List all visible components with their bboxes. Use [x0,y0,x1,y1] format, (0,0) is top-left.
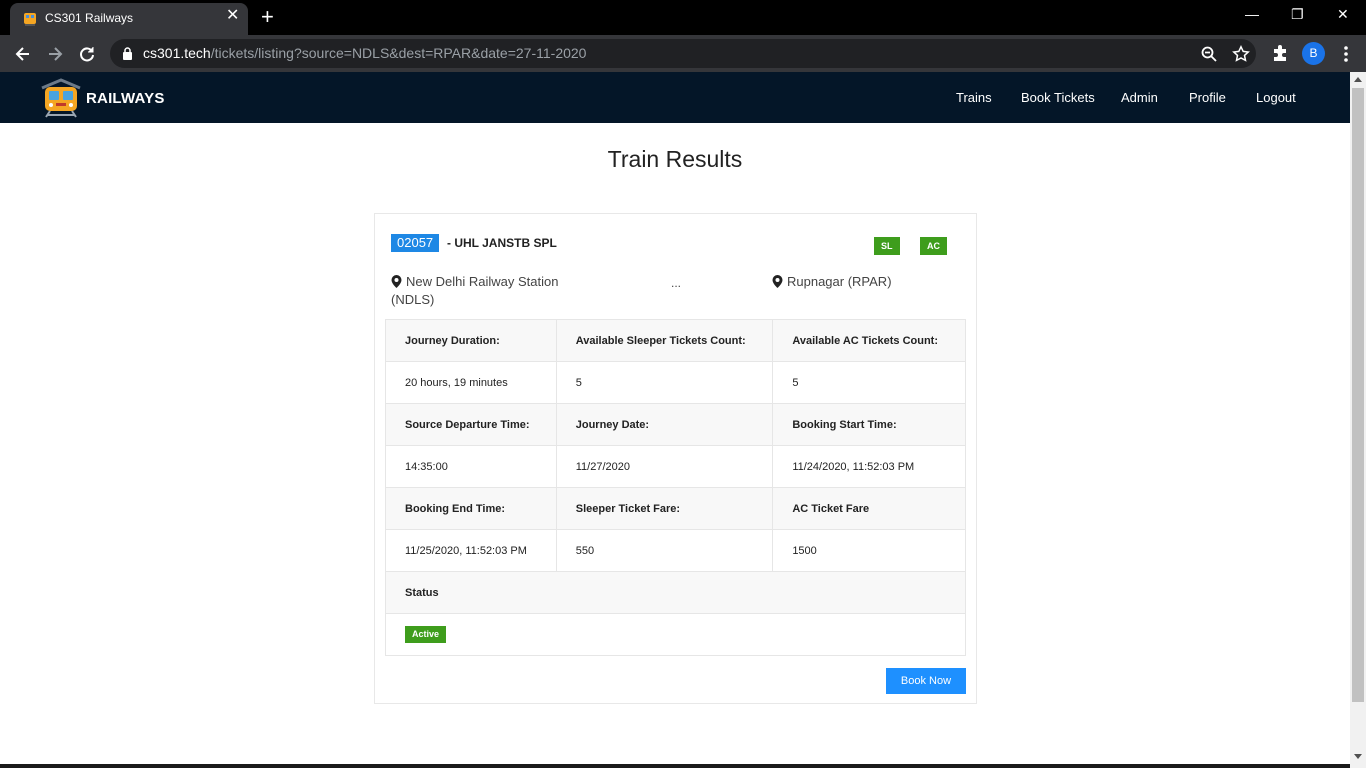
journey-duration-value: 20 hours, 19 minutes [385,361,557,404]
source-station: New Delhi Railway Station (NDLS) [391,274,559,307]
extensions-icon[interactable] [1271,44,1289,62]
journey-duration-label: Journey Duration: [385,319,557,362]
back-icon[interactable] [13,44,33,64]
booking-start-value: 11/24/2020, 11:52:03 PM [772,445,966,488]
scroll-up-icon[interactable] [1354,77,1362,82]
departure-label: Source Departure Time: [385,403,557,446]
ac-fare-value: 1500 [772,529,966,572]
forward-icon[interactable] [45,44,65,64]
browser-tab-bar: CS301 Railways ✕ + — ❐ ✕ [0,0,1366,35]
route-separator: ... [671,276,682,290]
sleeper-fare-label: Sleeper Ticket Fare: [555,487,774,530]
departure-value: 14:35:00 [385,445,557,488]
nav-link-profile[interactable]: Profile [1189,90,1226,105]
page-title: Train Results [607,146,743,172]
scroll-thumb[interactable] [1352,88,1364,702]
ac-count-value: 5 [772,361,966,404]
table-row: 14:35:00 11/27/2020 11/24/2020, 11:52:03… [385,445,966,488]
ac-count-label: Available AC Tickets Count: [772,319,966,362]
sleeper-count-label: Available Sleeper Tickets Count: [555,319,774,362]
booking-end-value: 11/25/2020, 11:52:03 PM [385,529,557,572]
train-card: 02057 - UHL JANSTB SPL SL AC New Delhi R… [374,213,977,704]
book-now-button[interactable]: Book Now [886,668,966,694]
browser-toolbar: cs301.tech/tickets/listing?source=NDLS&d… [0,35,1366,72]
sleeper-fare-value: 550 [555,529,774,572]
train-number-badge: 02057 [391,234,440,252]
journey-date-value: 11/27/2020 [555,445,774,488]
train-favicon-icon [24,13,36,26]
menu-icon[interactable] [1340,44,1352,64]
train-name: - UHL JANSTB SPL [447,236,557,250]
close-window-icon[interactable]: ✕ [1337,6,1349,22]
reload-icon[interactable] [77,44,97,64]
sleeper-count-value: 5 [555,361,774,404]
lock-icon [123,47,132,60]
class-badge-ac: AC [920,237,947,255]
nav-link-trains[interactable]: Trains [956,90,992,105]
location-pin-icon [391,275,402,288]
table-row: Journey Duration: Available Sleeper Tick… [385,319,966,362]
page-scrollbar[interactable] [1350,72,1366,768]
status-label: Status [385,571,966,614]
class-badge-sl: SL [874,237,900,255]
nav-link-admin[interactable]: Admin [1121,90,1158,105]
address-bar[interactable]: cs301.tech/tickets/listing?source=NDLS&d… [110,39,1256,68]
nav-link-book-tickets[interactable]: Book Tickets [1021,90,1095,105]
zoom-icon[interactable] [1200,45,1218,63]
train-details-table: Journey Duration: Available Sleeper Tick… [385,319,966,656]
tab-title: CS301 Railways [45,11,134,25]
table-row: Booking End Time: Sleeper Ticket Fare: A… [385,487,966,530]
taskbar-edge [0,764,1350,768]
destination-station: Rupnagar (RPAR) [772,273,892,291]
train-logo-icon[interactable] [40,78,82,118]
restore-icon[interactable]: ❐ [1291,6,1304,22]
table-row: Active [385,613,966,656]
tab-close-icon[interactable]: ✕ [226,8,239,24]
browser-tab[interactable]: CS301 Railways ✕ [10,3,248,35]
status-cell: Active [385,613,966,656]
scroll-down-icon[interactable] [1354,754,1362,759]
booking-start-label: Booking Start Time: [772,403,966,446]
location-pin-icon [772,275,783,288]
new-tab-icon[interactable]: + [261,6,274,28]
booking-end-label: Booking End Time: [385,487,557,530]
nav-link-logout[interactable]: Logout [1256,90,1296,105]
table-row: Source Departure Time: Journey Date: Boo… [385,403,966,446]
star-icon[interactable] [1232,45,1250,63]
ac-fare-label: AC Ticket Fare [772,487,966,530]
journey-date-label: Journey Date: [555,403,774,446]
profile-avatar[interactable]: B [1302,42,1325,65]
table-row: 20 hours, 19 minutes 5 5 [385,361,966,404]
table-row: 11/25/2020, 11:52:03 PM 550 1500 [385,529,966,572]
table-row: Status [385,571,966,614]
minimize-icon[interactable]: — [1245,6,1259,22]
status-badge: Active [405,626,447,643]
site-navbar: RAILWAYS Trains Book Tickets Admin Profi… [0,72,1350,123]
url-text: cs301.tech/tickets/listing?source=NDLS&d… [143,45,587,61]
brand-name[interactable]: RAILWAYS [86,90,165,107]
